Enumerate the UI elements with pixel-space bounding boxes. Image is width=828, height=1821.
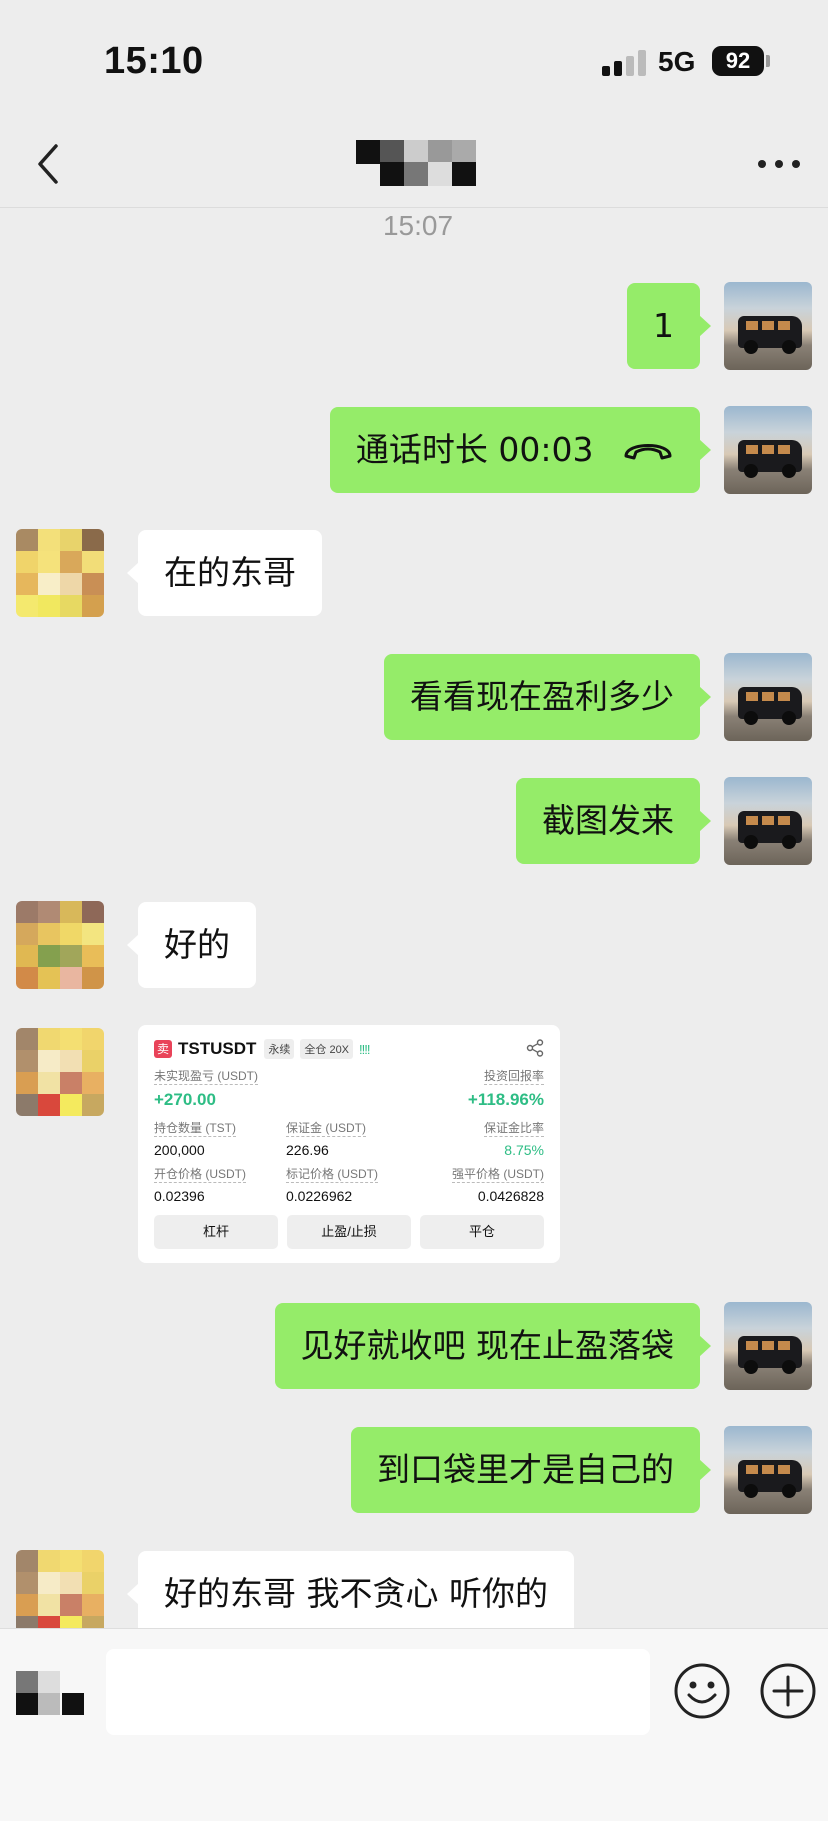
status-time: 15:10: [104, 40, 204, 82]
message-timestamp: 15:07: [382, 210, 454, 241]
contact-avatar[interactable]: [16, 901, 104, 989]
message-text: 截图发来: [542, 801, 674, 840]
symbol: TSTUSDT: [178, 1039, 257, 1058]
input-bar: [0, 1628, 828, 1821]
card-header: 卖 TSTUSDT 永续 全仓 20X !!!!: [154, 1037, 371, 1061]
battery-tip: [766, 55, 770, 67]
call-record-bubble[interactable]: 通话时长 00:03: [329, 407, 712, 493]
sell-badge: 卖: [154, 1040, 172, 1058]
message-bubble-incoming[interactable]: 在的东哥: [127, 530, 322, 616]
margin-ratio: 保证金比率 8.75%: [483, 1121, 544, 1158]
message-bubble-incoming[interactable]: 好的东哥 我不贪心 听你的: [127, 1551, 574, 1637]
my-avatar[interactable]: [724, 1426, 812, 1514]
contact-avatar[interactable]: [16, 1028, 104, 1116]
my-avatar[interactable]: [724, 406, 812, 494]
back-icon[interactable]: [34, 142, 64, 186]
my-avatar[interactable]: [724, 777, 812, 865]
my-avatar[interactable]: [724, 282, 812, 370]
close-position-button[interactable]: 平仓: [420, 1215, 544, 1249]
position-screenshot-card[interactable]: 卖 TSTUSDT 永续 全仓 20X !!!! 未实现盈亏 (USDT) +2…: [138, 1025, 560, 1263]
signal-icon: [602, 50, 648, 76]
battery-icon: 92: [712, 46, 764, 76]
message-text: 好的东哥 我不贪心 听你的: [164, 1574, 548, 1613]
message-bubble-outgoing[interactable]: 1: [627, 283, 711, 369]
voice-toggle-icon[interactable]: [16, 1671, 84, 1721]
message-text: 在的东哥: [164, 553, 296, 592]
contract-type-tag: 永续: [264, 1039, 295, 1059]
plus-icon[interactable]: [758, 1661, 818, 1721]
margin-mode-tag: 全仓 20X: [300, 1039, 354, 1059]
contact-avatar[interactable]: [16, 529, 104, 617]
roi: 投资回报率 +118.96%: [467, 1069, 544, 1109]
more-options-icon[interactable]: [758, 158, 800, 170]
message-input[interactable]: [106, 1649, 650, 1735]
my-avatar[interactable]: [724, 653, 812, 741]
tpsl-button[interactable]: 止盈/止损: [287, 1215, 411, 1249]
message-bubble-outgoing[interactable]: 见好就收吧 现在止盈落袋: [274, 1303, 711, 1389]
network-type: 5G: [658, 46, 696, 77]
mark-price: 标记价格 (USDT) 0.0226962: [286, 1167, 378, 1204]
emoji-icon[interactable]: [672, 1661, 732, 1721]
liquidation-price: 强平价格 (USDT) 0.0426828: [452, 1167, 544, 1204]
message-text: 通话时长 00:03: [355, 430, 594, 469]
unrealized-pnl: 未实现盈亏 (USDT) +270.00: [154, 1069, 258, 1109]
chat-header: [0, 120, 828, 208]
message-bubble-outgoing[interactable]: 到口袋里才是自己的: [351, 1427, 711, 1513]
message-text: 看看现在盈利多少: [410, 677, 674, 716]
contact-name-pixelated: [356, 140, 496, 186]
phone-hangup-icon: [624, 443, 672, 459]
message-bubble-incoming[interactable]: 好的: [127, 902, 256, 988]
my-avatar[interactable]: [724, 1302, 812, 1390]
entry-price: 开仓价格 (USDT) 0.02396: [154, 1167, 246, 1204]
signal-bars: !!!!: [359, 1041, 370, 1057]
share-icon: [526, 1039, 544, 1057]
message-text: 好的: [164, 925, 230, 964]
contact-avatar[interactable]: [16, 1550, 104, 1638]
position-size: 持仓数量 (TST) 200,000: [154, 1121, 236, 1158]
leverage-button[interactable]: 杠杆: [154, 1215, 278, 1249]
message-bubble-outgoing[interactable]: 截图发来: [516, 778, 711, 864]
message-text: 见好就收吧 现在止盈落袋: [300, 1326, 675, 1365]
margin: 保证金 (USDT) 226.96: [286, 1121, 366, 1158]
message-bubble-outgoing[interactable]: 看看现在盈利多少: [384, 654, 711, 740]
message-text: 到口袋里才是自己的: [377, 1450, 674, 1489]
message-text: 1: [653, 306, 674, 345]
status-bar: 15:10 5G 92: [0, 0, 828, 120]
